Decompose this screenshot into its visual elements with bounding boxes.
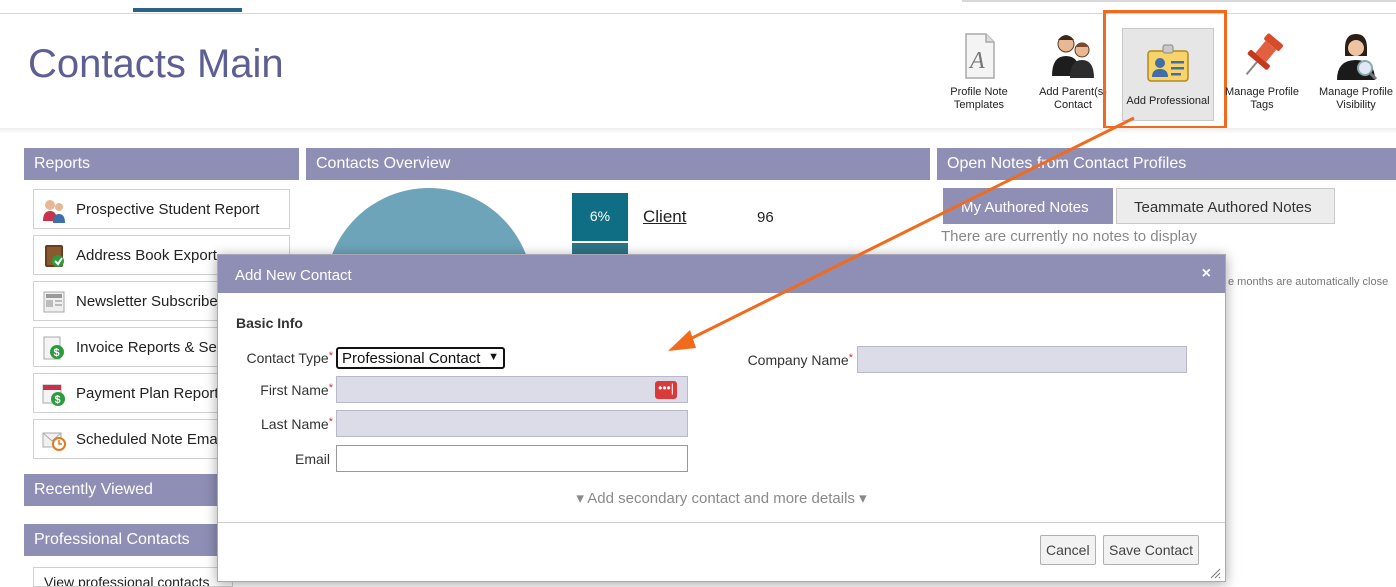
document-a-icon: A bbox=[954, 30, 1004, 82]
report-label: Scheduled Note Emails bbox=[76, 431, 232, 448]
company-name-label: Company Name* bbox=[747, 352, 853, 368]
svg-text:A: A bbox=[968, 48, 985, 74]
last-name-input[interactable] bbox=[336, 410, 688, 437]
active-nav-indicator bbox=[133, 8, 242, 12]
address-book-icon bbox=[41, 243, 67, 269]
report-label: Prospective Student Report bbox=[76, 201, 260, 218]
add-new-contact-dialog: Add New Contact × Basic Info Contact Typ… bbox=[217, 254, 1226, 582]
students-icon bbox=[41, 197, 67, 223]
last-name-label: Last Name* bbox=[261, 416, 333, 432]
empty-notes-message: There are currently no notes to display bbox=[941, 228, 1197, 245]
envelope-clock-icon bbox=[41, 427, 67, 453]
resize-handle-icon[interactable] bbox=[1209, 566, 1221, 579]
manage-profile-visibility-button[interactable]: Manage Profile Visibility bbox=[1310, 30, 1396, 112]
company-name-input[interactable] bbox=[857, 346, 1187, 373]
top-right-divider bbox=[962, 0, 1396, 2]
client-count: 96 bbox=[757, 209, 774, 226]
tab-my-authored-notes[interactable]: My Authored Notes bbox=[943, 188, 1113, 224]
header-divider bbox=[0, 128, 1396, 134]
basic-info-heading: Basic Info bbox=[236, 315, 303, 331]
cancel-button[interactable]: Cancel bbox=[1040, 535, 1096, 565]
calendar-dollar-icon: $ bbox=[41, 381, 67, 407]
contact-type-select[interactable]: Professional Contact ▼ bbox=[336, 347, 505, 369]
manage-profile-tags-button[interactable]: Manage Profile Tags bbox=[1216, 30, 1308, 112]
pin-icon bbox=[1237, 30, 1287, 82]
reports-panel-header: Reports bbox=[24, 148, 299, 180]
auto-close-note: e months are automatically close bbox=[1228, 276, 1389, 288]
first-name-label: First Name* bbox=[260, 382, 333, 398]
dialog-footer-divider bbox=[218, 522, 1225, 523]
contacts-overview-header: Contacts Overview bbox=[306, 148, 930, 180]
toolbar-item-label: Manage Profile Tags bbox=[1225, 86, 1299, 111]
toolbar-item-label: Profile Note Templates bbox=[950, 86, 1008, 111]
report-label: Newsletter Subscribers bbox=[76, 293, 231, 310]
contact-type-label: Contact Type* bbox=[246, 350, 333, 366]
tab-teammate-authored-notes[interactable]: Teammate Authored Notes bbox=[1116, 188, 1335, 224]
password-manager-icon[interactable]: •••| bbox=[655, 381, 677, 399]
report-label: Payment Plan Reports bbox=[76, 385, 227, 402]
add-secondary-contact-link[interactable]: ▾ Add secondary contact and more details… bbox=[218, 489, 1225, 507]
email-label: Email bbox=[294, 451, 330, 467]
client-percent-badge: 6% bbox=[572, 193, 628, 241]
save-contact-button[interactable]: Save Contact bbox=[1103, 535, 1200, 565]
invoice-dollar-icon: $ bbox=[41, 335, 67, 361]
highlight-annotation-box bbox=[1103, 10, 1227, 129]
view-professional-contacts-link[interactable]: View professional contacts bbox=[33, 567, 233, 587]
open-notes-header: Open Notes from Contact Profiles bbox=[937, 148, 1396, 180]
page-title: Contacts Main bbox=[28, 42, 284, 86]
toolbar-item-label: Manage Profile Visibility bbox=[1319, 86, 1393, 111]
svg-text:$: $ bbox=[54, 347, 60, 359]
chevron-down-icon: ▼ bbox=[488, 351, 499, 363]
newspaper-icon bbox=[41, 289, 67, 315]
parents-icon bbox=[1048, 30, 1098, 82]
report-label: Address Book Export bbox=[76, 247, 217, 264]
svg-text:$: $ bbox=[55, 394, 61, 406]
report-prospective-student[interactable]: Prospective Student Report bbox=[33, 189, 290, 229]
first-name-input[interactable]: •••| bbox=[336, 376, 688, 403]
email-input[interactable] bbox=[336, 445, 688, 472]
person-search-icon bbox=[1331, 30, 1381, 82]
profile-note-templates-button[interactable]: A Profile Note Templates bbox=[933, 30, 1025, 112]
dialog-title: Add New Contact bbox=[218, 255, 1225, 293]
close-icon[interactable]: × bbox=[1202, 265, 1211, 283]
client-link[interactable]: Client bbox=[643, 207, 686, 227]
